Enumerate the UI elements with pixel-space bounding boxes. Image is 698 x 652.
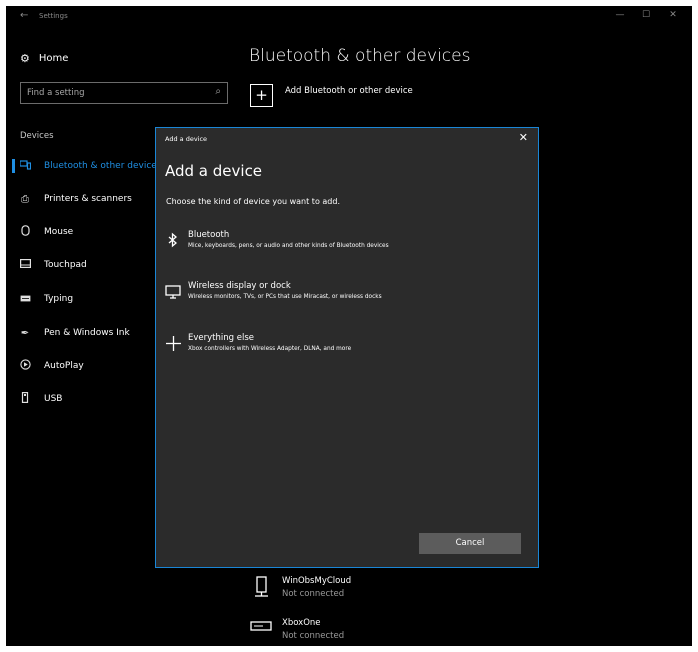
sidebar-item-label: Printers & scanners [44,194,132,204]
dialog-close-icon[interactable]: ✕ [519,131,528,144]
device-name: WinObsMyCloud [282,576,352,586]
option-description: Xbox controllers with Wireless Adapter, … [188,346,352,352]
window-title: Settings [39,12,68,20]
option-description: Mice, keyboards, pens, or audio and othe… [188,243,389,249]
search-placeholder: Find a setting [27,88,85,98]
sidebar-item-label: USB [44,394,63,404]
dialog-title: Add a device [165,135,208,143]
monitor-icon [165,283,181,299]
device-name: XboxOne [282,618,321,628]
add-device-button[interactable]: + [250,84,273,107]
sidebar-item-touchpad[interactable]: Touchpad [20,256,87,274]
device-item[interactable]: WinObsMyCloud Not connected [250,576,351,599]
option-name: Bluetooth [188,230,230,240]
sidebar-item-label: Touchpad [44,260,87,270]
close-button[interactable]: ✕ [663,10,683,20]
option-wireless-display[interactable]: Wireless display or dock Wireless monito… [163,277,533,317]
search-icon: ⌕ [215,86,221,97]
mouse-icon [20,225,30,239]
option-name: Everything else [188,333,254,343]
active-indicator [12,159,15,173]
autoplay-icon [20,359,31,373]
plus-icon: + [255,86,268,104]
device-status: Not connected [282,631,345,641]
sidebar-item-label: AutoPlay [44,361,84,371]
usb-icon [20,392,30,406]
device-status: Not connected [282,589,345,599]
sidebar-item-pen[interactable]: ✒ Pen & Windows Ink [20,324,130,342]
sidebar-item-label: Pen & Windows Ink [44,328,130,338]
phone-icon [250,576,272,597]
add-device-dialog: Add a device ✕ Add a device Choose the k… [155,127,539,568]
touchpad-icon [20,259,32,271]
sidebar-item-mouse[interactable]: Mouse [20,223,73,241]
bluetooth-devices-icon [19,159,32,173]
sidebar-item-bluetooth[interactable]: Bluetooth & other devices [19,157,162,175]
option-description: Wireless monitors, TVs, or PCs that use … [188,294,382,300]
dialog-subtitle: Choose the kind of device you want to ad… [166,197,340,206]
settings-window: ← Settings — ☐ ✕ ⚙ Home Find a setting ⌕… [6,6,692,646]
console-icon [250,618,272,638]
add-device-label[interactable]: Add Bluetooth or other device [285,86,413,96]
sidebar-item-label: Bluetooth & other devices [44,161,162,171]
keyboard-icon [20,294,31,305]
option-bluetooth[interactable]: Bluetooth Mice, keyboards, pens, or audi… [163,226,533,266]
cancel-button[interactable]: Cancel [419,533,521,554]
home-link[interactable]: ⚙ Home [20,52,68,65]
page-title: Bluetooth & other devices [249,46,471,66]
dialog-heading: Add a device [165,162,263,180]
pen-icon: ✒ [20,327,30,339]
title-bar: ← Settings — ☐ ✕ [6,6,692,32]
sidebar-item-printers[interactable]: ⎙ Printers & scanners [20,190,132,208]
section-label-devices: Devices [20,131,54,141]
search-input[interactable]: Find a setting ⌕ [20,82,228,104]
home-label: Home [38,53,69,64]
minimize-button[interactable]: — [610,10,630,20]
maximize-button[interactable]: ☐ [636,10,656,20]
printer-icon: ⎙ [21,193,29,205]
option-name: Wireless display or dock [188,281,291,291]
sidebar-item-label: Mouse [44,227,74,237]
device-item[interactable]: XboxOne Not connected [250,618,344,641]
dialog-title-bar: Add a device ✕ [156,128,538,150]
plus-icon [165,335,181,351]
gear-icon: ⚙ [20,52,30,65]
sidebar-item-label: Typing [44,294,74,304]
bluetooth-icon [165,232,181,248]
back-button[interactable]: ← [20,10,28,21]
sidebar-item-typing[interactable]: Typing [20,290,73,308]
sidebar-item-autoplay[interactable]: AutoPlay [20,357,84,375]
option-everything-else[interactable]: Everything else Xbox controllers with Wi… [163,329,533,369]
sidebar-item-usb[interactable]: USB [20,390,62,408]
